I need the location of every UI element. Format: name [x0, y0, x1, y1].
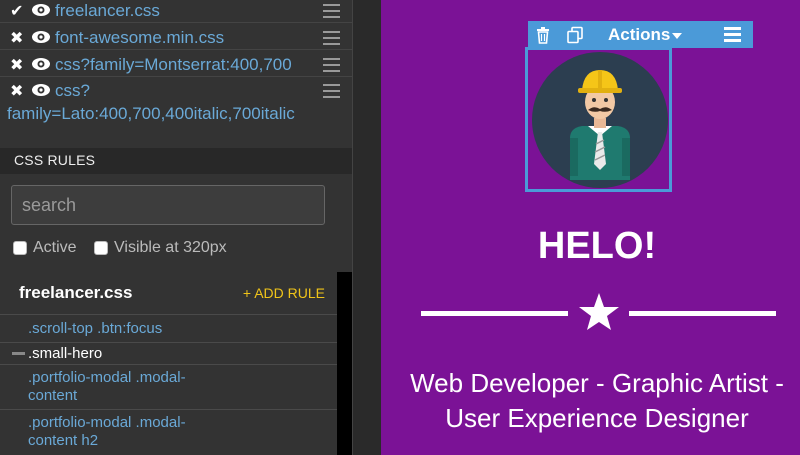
rules-file-header: freelancer.css + ADD RULE	[0, 272, 337, 315]
search-input[interactable]	[11, 185, 325, 225]
hamburger-menu-icon[interactable]	[724, 27, 741, 42]
eye-icon[interactable]	[31, 3, 51, 17]
rule-selector[interactable]: .portfolio-modal .modal-	[28, 369, 186, 387]
rules-file-name: freelancer.css	[19, 283, 133, 302]
trash-icon[interactable]	[534, 26, 552, 44]
avatar-image[interactable]	[532, 52, 668, 188]
rule-selector[interactable]: .portfolio-modal .modal-	[28, 414, 186, 432]
visible-320-filter-checkbox[interactable]: Visible at 320px	[94, 238, 244, 258]
checkbox[interactable]	[94, 241, 108, 255]
stylesheet-name[interactable]: css?family=Montserrat:400,700	[55, 55, 292, 75]
stylesheet-row-font-awesome[interactable]: ✖ font-awesome.min.css	[0, 23, 352, 50]
copy-icon[interactable]	[566, 26, 584, 44]
minus-icon[interactable]	[12, 352, 25, 355]
eye-icon[interactable]	[31, 57, 51, 71]
caret-down-icon[interactable]	[672, 33, 682, 39]
stylesheet-name[interactable]: font-awesome.min.css	[55, 28, 224, 48]
rule-selector-continued[interactable]: content	[28, 387, 77, 405]
page-preview: Actions HELO! Web Developer - Graphic Ar…	[381, 0, 800, 455]
scrollbar[interactable]	[337, 272, 352, 455]
hero-title: HELO!	[537, 225, 657, 267]
actions-dropdown[interactable]: Actions	[608, 25, 670, 45]
checkbox[interactable]	[13, 241, 27, 255]
rule-selector[interactable]: .scroll-top .btn:focus	[28, 320, 162, 338]
eye-icon[interactable]	[31, 83, 51, 97]
disabled-x-icon[interactable]: ✖	[10, 55, 23, 74]
add-rule-button[interactable]: + ADD RULE	[243, 285, 325, 301]
section-title: CSS RULES	[14, 152, 96, 168]
rule-selector[interactable]: .small-hero	[28, 345, 102, 363]
rule-item[interactable]: .portfolio-modal .modal- content	[0, 365, 337, 410]
stylesheet-row-freelancer[interactable]: ✔ freelancer.css	[0, 0, 352, 23]
hero-subtitle: Web Developer - Graphic Artist - User Ex…	[381, 366, 800, 436]
menu-icon[interactable]	[323, 58, 340, 72]
rules-list: freelancer.css + ADD RULE .scroll-top .b…	[0, 272, 337, 455]
stylesheet-name-continued[interactable]: family=Lato:400,700,400italic,700italic	[7, 104, 295, 124]
disabled-x-icon[interactable]: ✖	[10, 28, 23, 47]
subtitle-line: User Experience Designer	[445, 403, 749, 433]
checkbox-label: Active	[33, 239, 77, 256]
css-rules-header: CSS RULES	[0, 148, 352, 174]
css-editor-panel: ✔ freelancer.css ✖ font-awesome.min.css …	[0, 0, 352, 455]
menu-icon[interactable]	[323, 84, 340, 98]
stylesheet-row-montserrat[interactable]: ✖ css?family=Montserrat:400,700	[0, 50, 352, 77]
divider-line-left	[421, 311, 568, 316]
stylesheet-name[interactable]: freelancer.css	[55, 1, 160, 21]
stylesheet-row-lato[interactable]: ✖ css? family=Lato:400,700,400italic,700…	[0, 77, 352, 129]
rule-item[interactable]: .portfolio-modal .modal- content h2	[0, 410, 337, 455]
rule-item-active[interactable]: .small-hero	[0, 343, 337, 365]
star-divider	[421, 293, 776, 330]
menu-icon[interactable]	[323, 4, 340, 18]
divider-line-right	[629, 311, 776, 316]
rule-item[interactable]: .scroll-top .btn:focus	[0, 316, 337, 343]
panel-divider[interactable]	[352, 0, 381, 455]
disabled-x-icon[interactable]: ✖	[10, 81, 23, 100]
star-icon	[579, 293, 619, 330]
selected-avatar-frame[interactable]	[525, 47, 672, 192]
element-toolbar: Actions	[528, 21, 753, 48]
stylesheet-name[interactable]: css?	[55, 81, 90, 101]
subtitle-line: Web Developer - Graphic Artist -	[410, 368, 784, 398]
active-filter-checkbox[interactable]: Active	[13, 238, 93, 258]
rule-selector-continued[interactable]: content h2	[28, 432, 98, 450]
checkbox-label: Visible at 320px	[114, 239, 227, 256]
menu-icon[interactable]	[323, 31, 340, 45]
enabled-check-icon[interactable]: ✔	[10, 1, 23, 20]
eye-icon[interactable]	[31, 30, 51, 44]
